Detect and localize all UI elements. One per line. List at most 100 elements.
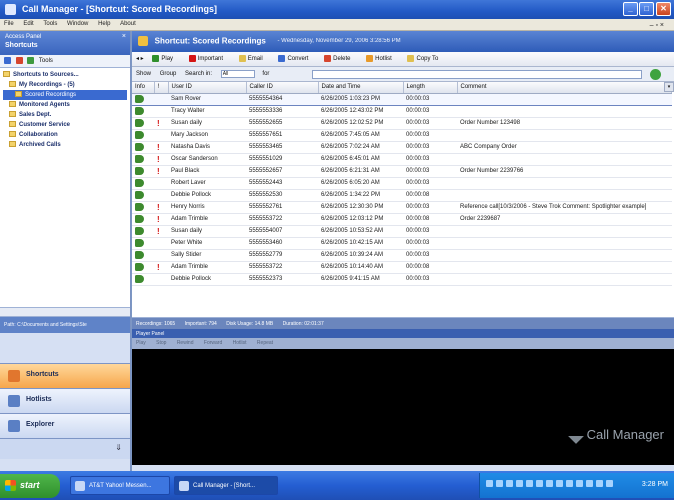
refresh-icon[interactable] [27, 57, 35, 64]
panel-close-icon[interactable]: × [122, 33, 126, 40]
important-button[interactable]: Important [188, 55, 230, 62]
user-id-cell-text: Adam Trimble [171, 264, 209, 270]
menu-file[interactable]: File [0, 19, 18, 27]
table-row[interactable]: ! Susan daily 5555552655 6/26/2005 12:02:52… [132, 117, 672, 130]
tray-icon[interactable] [506, 480, 513, 487]
tray-icon[interactable] [496, 480, 503, 487]
tree-item-customer-service[interactable]: Customer Service [3, 120, 127, 130]
table-row[interactable]: Peter White 5555553460 6/26/2005 10:42:15 … [132, 237, 672, 250]
tray-icon[interactable] [526, 480, 533, 487]
player-rewind-button[interactable]: Rewind [177, 340, 194, 346]
hotlist-button[interactable]: Hotlist [366, 55, 399, 62]
delete-icon[interactable] [15, 57, 23, 64]
close-button[interactable]: ✕ [656, 2, 671, 16]
table-row[interactable]: Tracy Walter 5555553336 6/26/2005 12:43:02… [132, 105, 672, 118]
start-button[interactable]: start [0, 474, 60, 498]
menu-help[interactable]: Help [94, 19, 114, 27]
table-row[interactable]: ! Oscar Sanderson 5555551029 6/26/2005 6:45… [132, 153, 672, 166]
search-go-icon[interactable] [650, 69, 661, 80]
copy-to-button[interactable]: Copy To [407, 55, 445, 62]
column-caller-id[interactable]: Caller ID [246, 82, 319, 94]
nav-shortcuts-button[interactable]: Shortcuts [0, 363, 130, 388]
tree-item-archived-calls[interactable]: Archived Calls [3, 140, 127, 150]
player-hotlist-button[interactable]: Hotlist [233, 340, 247, 346]
nav-explorer-button[interactable]: Explorer [0, 413, 130, 438]
tree-item-shortcuts[interactable]: Shortcuts to Sources... [3, 70, 127, 80]
user-id-cell: Susan daily [168, 225, 246, 238]
tree-horizontal-scrollbar[interactable] [0, 308, 130, 317]
search-in-select[interactable]: All [220, 70, 255, 78]
column-important[interactable]: ! [154, 82, 169, 94]
table-row[interactable]: Debbie Pollock 5555552373 6/26/2005 9:41:1… [132, 273, 672, 286]
caller-id-cell: 5555552530 [246, 189, 318, 202]
player-forward-button[interactable]: Forward [204, 340, 222, 346]
menu-about[interactable]: About [116, 19, 140, 27]
play-button[interactable]: Play [152, 55, 180, 62]
column-comment[interactable]: Comment [457, 82, 672, 94]
tray-icon[interactable] [546, 480, 553, 487]
column-info[interactable]: Info [132, 82, 155, 94]
convert-button[interactable]: Convert [278, 55, 315, 62]
tray-icon[interactable] [586, 480, 593, 487]
back-button[interactable]: ◂ ▸ [136, 55, 144, 62]
tray-icon[interactable] [486, 480, 493, 487]
group-dropdown[interactable]: Group [160, 71, 177, 77]
length-cell: 00:00:03 [403, 237, 457, 250]
player-stop-button[interactable]: Stop [156, 340, 166, 346]
table-row[interactable]: Robert Laver 5555552443 6/26/2005 6:05:20 … [132, 177, 672, 190]
task-call-manager[interactable]: Call Manager - [Short... [174, 476, 278, 495]
maximize-button[interactable]: □ [639, 2, 654, 16]
table-row[interactable]: Mary Jackson 5555557651 6/26/2005 7:45:05 … [132, 129, 672, 142]
table-row[interactable]: ! Adam Trimble 5555553722 6/26/2005 10:14:4… [132, 261, 672, 274]
column-date-time[interactable]: Date and Time [318, 82, 404, 94]
nav-overflow[interactable]: ⇓ [0, 438, 130, 459]
player-repeat-button[interactable]: Repeat [257, 340, 273, 346]
column-length[interactable]: Length [403, 82, 458, 94]
delete-button[interactable]: Delete [324, 55, 357, 62]
table-row[interactable]: ! Paul Black 5555552657 6/26/2005 6:21:31 A… [132, 165, 672, 178]
tree-item-monitored-agents[interactable]: Monitored Agents [3, 100, 127, 110]
menu-tools[interactable]: Tools [39, 19, 61, 27]
tray-icon[interactable] [596, 480, 603, 487]
tree-item-scored-recordings[interactable]: Scored Recordings [3, 90, 127, 100]
table-row[interactable]: Sam Rover 5555554364 6/26/2005 1:03:23 PM 0… [132, 92, 672, 106]
tray-icon[interactable] [576, 480, 583, 487]
show-dropdown[interactable]: Show [136, 71, 151, 77]
tree-item-my-recordings[interactable]: My Recordings - (5) [3, 80, 127, 90]
tray-icon[interactable] [566, 480, 573, 487]
minimize-button[interactable]: _ [623, 2, 638, 16]
mdi-controls[interactable]: – ▫ × [646, 20, 668, 29]
comment-cell [457, 153, 672, 166]
important-cell [154, 105, 168, 118]
table-row[interactable]: Sally Stider 5555552779 6/26/2005 10:39:24… [132, 249, 672, 262]
tray-icon[interactable] [556, 480, 563, 487]
table-row[interactable]: ! Adam Trimble 5555553722 6/26/2005 12:03:1… [132, 213, 672, 226]
table-row[interactable]: ! Henry Norris 5555552761 6/26/2005 12:30:3… [132, 201, 672, 214]
table-row[interactable]: ! Natasha Davis 5555553465 6/26/2005 7:02:2… [132, 141, 672, 154]
nav-hotlists-button[interactable]: Hotlists [0, 388, 130, 413]
tray-icon[interactable] [536, 480, 543, 487]
window-title: Call Manager - [Shortcut: Scored Recordi… [22, 4, 218, 14]
caller-id-cell-text: 5555557651 [249, 132, 283, 138]
table-row[interactable]: Debbie Pollock 5555552530 6/26/2005 1:34:2… [132, 189, 672, 202]
tray-icon[interactable] [606, 480, 613, 487]
column-user-id[interactable]: User ID [168, 82, 247, 94]
new-icon[interactable] [4, 57, 11, 64]
comment-dropdown-icon[interactable]: ▾ [664, 82, 674, 92]
menu-window[interactable]: Window [63, 19, 92, 27]
email-button[interactable]: Email [238, 55, 270, 62]
search-input[interactable] [312, 70, 642, 79]
tree-item-sales-dept[interactable]: Sales Dept. [3, 110, 127, 120]
date-time-cell-text: 6/26/2005 6:45:01 AM [321, 156, 380, 162]
chevron-down-icon[interactable]: ⇓ [115, 443, 122, 452]
menu-edit[interactable]: Edit [19, 19, 37, 27]
table-row[interactable]: ! Susan daily 5555554007 6/26/2005 10:53:52… [132, 225, 672, 238]
date-time-cell: 6/26/2005 6:45:01 AM [318, 153, 403, 166]
task-yahoo-messenger[interactable]: AT&T Yahoo! Messen... [70, 476, 170, 495]
tree-item-collaboration[interactable]: Collaboration [3, 130, 127, 140]
tray-icon[interactable] [516, 480, 523, 487]
player-play-button[interactable]: Play [136, 340, 146, 346]
length-cell: 00:00:03 [403, 177, 457, 190]
tools-dropdown[interactable]: Tools [39, 58, 53, 64]
caller-id-cell: 5555554364 [246, 92, 318, 106]
